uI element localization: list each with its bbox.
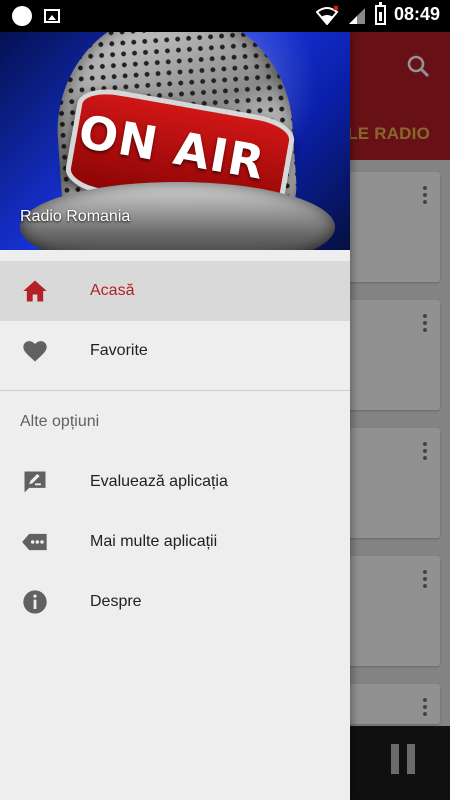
signal-icon xyxy=(348,7,365,24)
nav-item-home[interactable]: Acasă xyxy=(0,261,350,321)
home-icon xyxy=(23,280,47,302)
wifi-icon xyxy=(315,4,339,25)
nav-item-label: Despre xyxy=(90,593,142,610)
nav-item-label: Mai multe aplicații xyxy=(90,533,218,550)
status-bar: 08:49 xyxy=(0,0,450,32)
more-apps-icon xyxy=(22,533,47,551)
nav-item-label: Favorite xyxy=(90,342,148,359)
nav-item-about[interactable]: Despre xyxy=(0,572,350,632)
info-icon xyxy=(23,590,47,614)
nav-item-rate-app[interactable]: Evaluează aplicația xyxy=(0,452,350,512)
nav-item-more-apps[interactable]: Mai multe aplicații xyxy=(0,512,350,572)
rate-app-icon xyxy=(24,471,46,493)
drawer-divider xyxy=(0,390,350,391)
battery-icon xyxy=(374,1,386,25)
drawer-title: Radio Romania xyxy=(20,208,131,225)
nav-item-label: Evaluează aplicația xyxy=(90,473,228,490)
status-time: 08:49 xyxy=(393,4,440,24)
heart-icon xyxy=(23,341,47,362)
section-title-other-options: Alte opțiuni xyxy=(20,413,100,430)
nav-item-label: Acasă xyxy=(90,282,135,299)
image-notification-icon xyxy=(44,9,60,23)
nav-item-favorites[interactable]: Favorite xyxy=(0,321,350,381)
navigation-drawer: ON AIR Radio Romania Acasă Favorite Alte… xyxy=(0,32,350,800)
notification-circle-icon xyxy=(12,6,32,26)
drawer-header: ON AIR Radio Romania xyxy=(0,32,350,250)
